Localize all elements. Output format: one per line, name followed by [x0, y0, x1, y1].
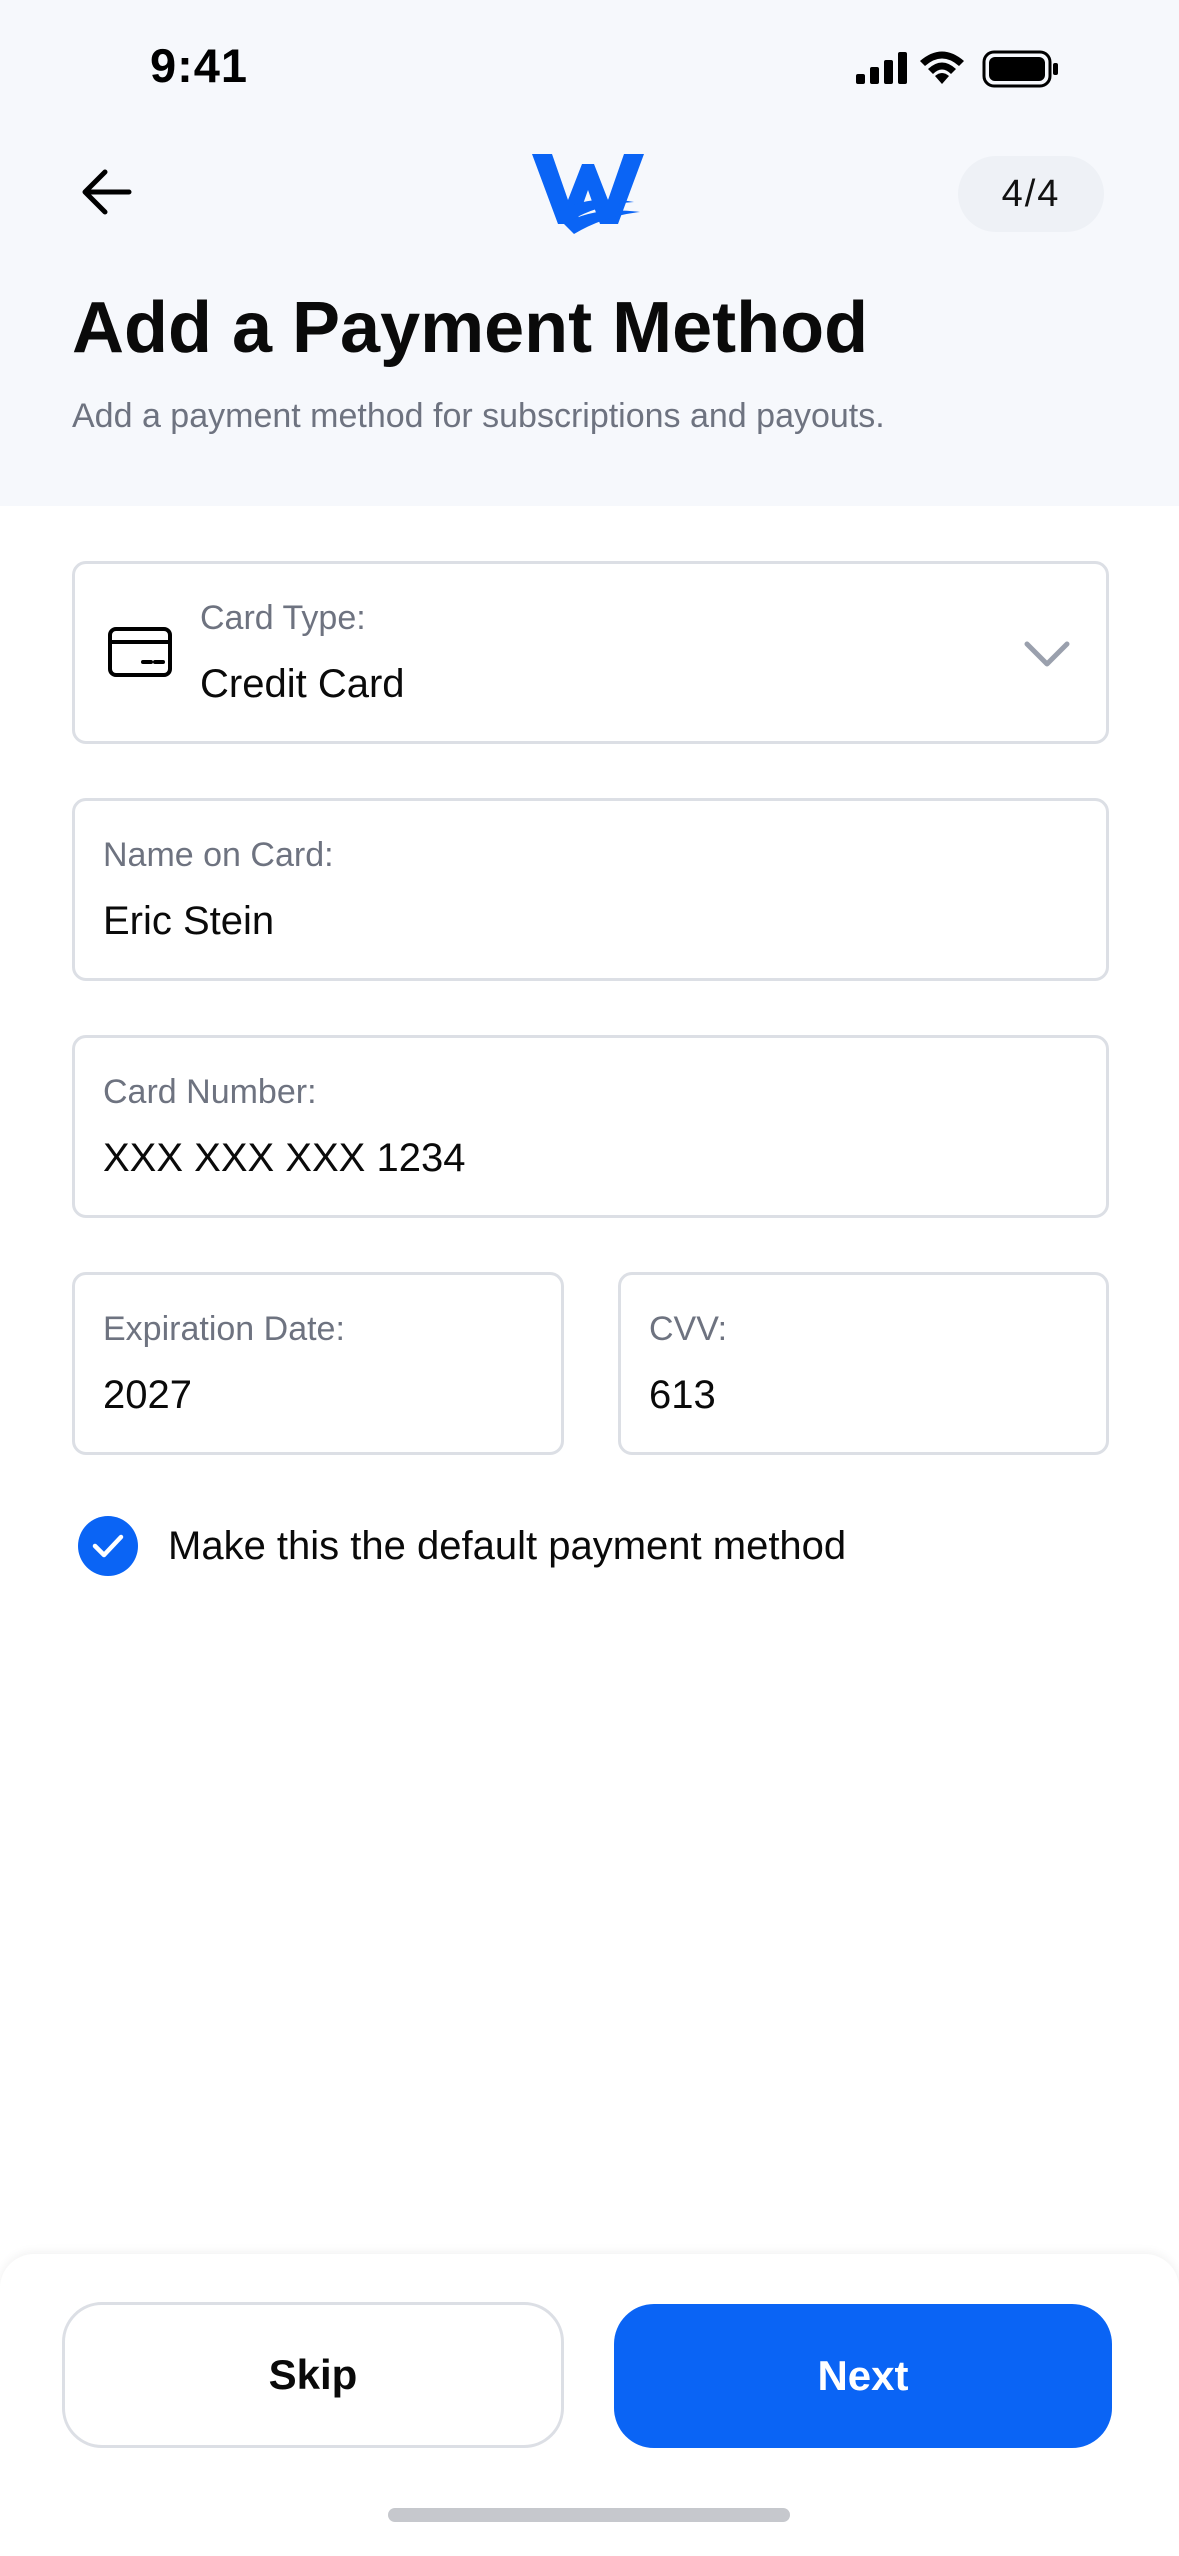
credit-card-icon [108, 627, 172, 677]
back-button[interactable] [66, 158, 146, 226]
expiration-date-value: 2027 [103, 1373, 192, 1417]
card-number-label: Card Number: [103, 1073, 317, 1111]
home-indicator [388, 2508, 790, 2522]
card-type-label: Card Type: [200, 599, 366, 637]
name-on-card-label: Name on Card: [103, 836, 334, 874]
card-type-select[interactable]: Card Type: Credit Card [72, 561, 1109, 744]
card-type-value: Credit Card [200, 662, 405, 706]
next-button[interactable]: Next [614, 2304, 1112, 2448]
card-number-value: XXX XXX XXX 1234 [103, 1136, 466, 1180]
page-title: Add a Payment Method [72, 288, 869, 368]
w-wave-logo [532, 154, 644, 234]
cvv-field[interactable]: CVV: 613 [618, 1272, 1109, 1455]
signal-icon [856, 52, 907, 84]
cvv-value: 613 [649, 1373, 716, 1417]
name-on-card-field[interactable]: Name on Card: Eric Stein [72, 798, 1109, 981]
default-payment-label[interactable]: Make this the default payment method [168, 1520, 846, 1572]
name-on-card-value: Eric Stein [103, 899, 275, 943]
skip-button[interactable]: Skip [62, 2302, 564, 2448]
battery-icon [982, 50, 1058, 88]
default-payment-checkbox[interactable] [78, 1516, 138, 1576]
expiration-date-label: Expiration Date: [103, 1310, 345, 1348]
page-subtitle: Add a payment method for subscriptions a… [72, 397, 885, 435]
cvv-label: CVV: [649, 1310, 728, 1348]
step-indicator: 4/4 [958, 156, 1104, 232]
wifi-icon [920, 51, 964, 84]
chevron-down-icon [1024, 641, 1070, 667]
status-time: 9:41 [150, 39, 249, 92]
card-number-field[interactable]: Card Number: XXX XXX XXX 1234 [72, 1035, 1109, 1218]
expiration-date-field[interactable]: Expiration Date: 2027 [72, 1272, 564, 1455]
checkmark-icon [92, 1534, 124, 1558]
arrow-left-icon [82, 169, 132, 215]
